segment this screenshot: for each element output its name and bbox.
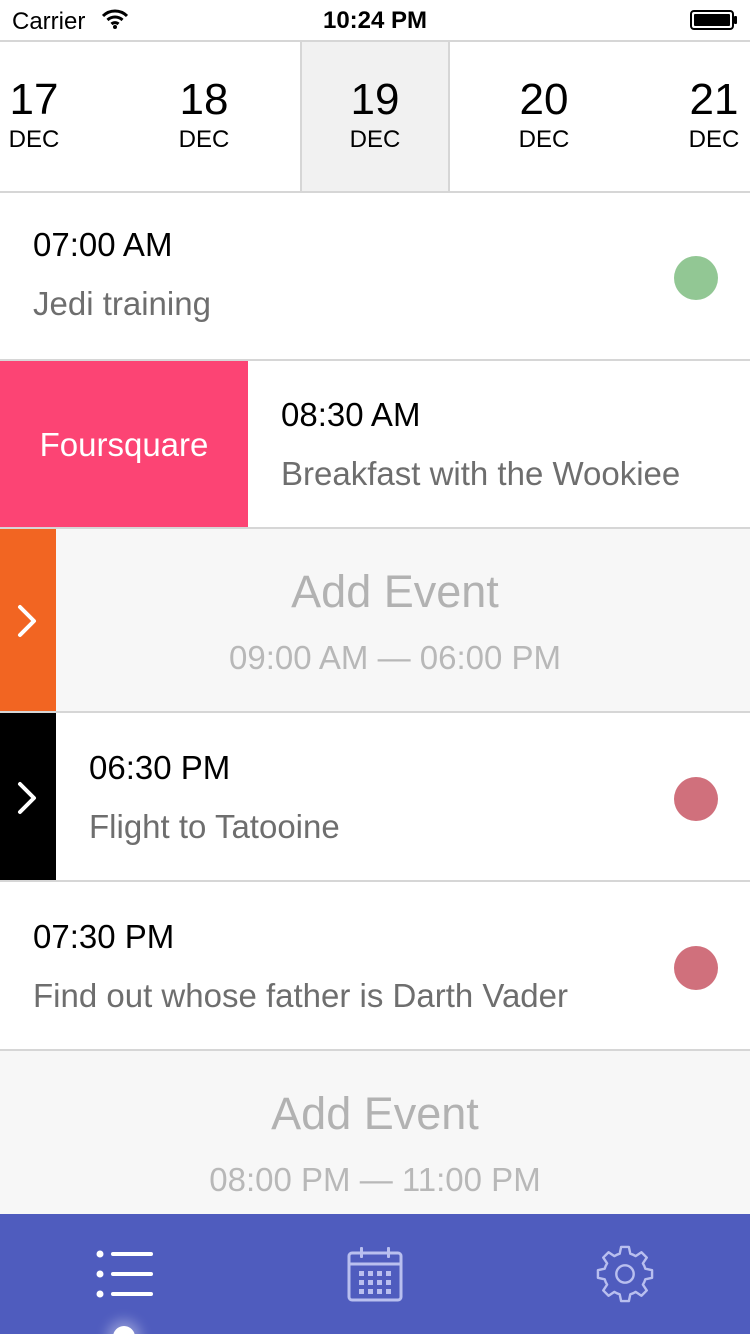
event-status-dot <box>674 777 718 821</box>
date-item[interactable]: 17 DEC <box>0 42 114 191</box>
event-time: 07:30 PM <box>33 918 175 955</box>
add-event-label: Add Event <box>291 566 499 617</box>
gear-icon <box>596 1245 654 1303</box>
event-title: Flight to Tatooine <box>89 808 340 845</box>
expand-action-button[interactable] <box>0 713 56 880</box>
date-item[interactable]: 20 DEC <box>464 42 624 191</box>
date-item[interactable]: 21 DEC <box>634 42 750 191</box>
event-row[interactable]: 06:30 PM Flight to Tatooine <box>0 713 750 882</box>
event-time: 07:00 AM <box>33 226 173 263</box>
event-status-dot <box>674 946 718 990</box>
chevron-right-icon <box>18 782 36 814</box>
date-month: DEC <box>8 126 60 153</box>
date-month: DEC <box>349 126 401 153</box>
event-status-dot <box>674 256 718 300</box>
date-strip[interactable]: 17 DEC 18 DEC 19 DEC 20 DEC 21 DEC <box>0 40 750 193</box>
add-event-row[interactable]: Add Event 08:00 PM — 11:00 PM <box>0 1051 750 1214</box>
foursquare-action-label: Foursquare <box>39 426 209 463</box>
tab-bar <box>0 1214 750 1334</box>
tab-list[interactable] <box>0 1214 250 1334</box>
event-time: 06:30 PM <box>89 749 231 786</box>
event-title: Find out whose father is Darth Vader <box>33 977 568 1014</box>
calendar-icon <box>347 1247 403 1302</box>
list-icon <box>96 1250 153 1298</box>
status-bar: Carrier 10:24 PM <box>0 0 750 40</box>
add-event-content[interactable]: Add Event 09:00 AM — 06:00 PM <box>56 529 750 711</box>
event-row[interactable]: Foursquare 08:30 AM Breakfast with the W… <box>0 361 750 529</box>
date-day: 20 <box>519 75 569 124</box>
event-title: Breakfast with the Wookiee <box>281 455 681 492</box>
expand-action-button[interactable] <box>0 529 56 711</box>
status-time: 10:24 PM <box>322 7 428 34</box>
add-event-range: 09:00 AM — 06:00 PM <box>228 639 561 676</box>
date-month: DEC <box>688 126 740 153</box>
event-row[interactable]: 07:30 PM Find out whose father is Darth … <box>0 882 750 1051</box>
date-day: 18 <box>179 75 229 124</box>
event-time: 08:30 AM <box>281 396 421 433</box>
date-item-selected[interactable]: 19 DEC <box>300 42 450 191</box>
add-event-label: Add Event <box>271 1088 479 1139</box>
event-row[interactable]: 07:00 AM Jedi training <box>0 193 750 361</box>
add-event-row[interactable]: Add Event 09:00 AM — 06:00 PM <box>0 529 750 713</box>
event-title: Jedi training <box>33 285 211 322</box>
date-day: 19 <box>350 75 400 124</box>
battery-icon <box>690 10 737 30</box>
foursquare-action-button[interactable]: Foursquare <box>0 361 248 527</box>
tab-calendar[interactable] <box>250 1214 500 1334</box>
date-day: 21 <box>689 75 739 124</box>
chevron-right-icon <box>18 605 36 637</box>
date-day: 17 <box>9 75 59 124</box>
date-month: DEC <box>178 126 230 153</box>
add-event-range: 08:00 PM — 11:00 PM <box>209 1161 541 1198</box>
date-item[interactable]: 18 DEC <box>124 42 284 191</box>
tab-settings[interactable] <box>500 1214 750 1334</box>
date-month: DEC <box>518 126 570 153</box>
